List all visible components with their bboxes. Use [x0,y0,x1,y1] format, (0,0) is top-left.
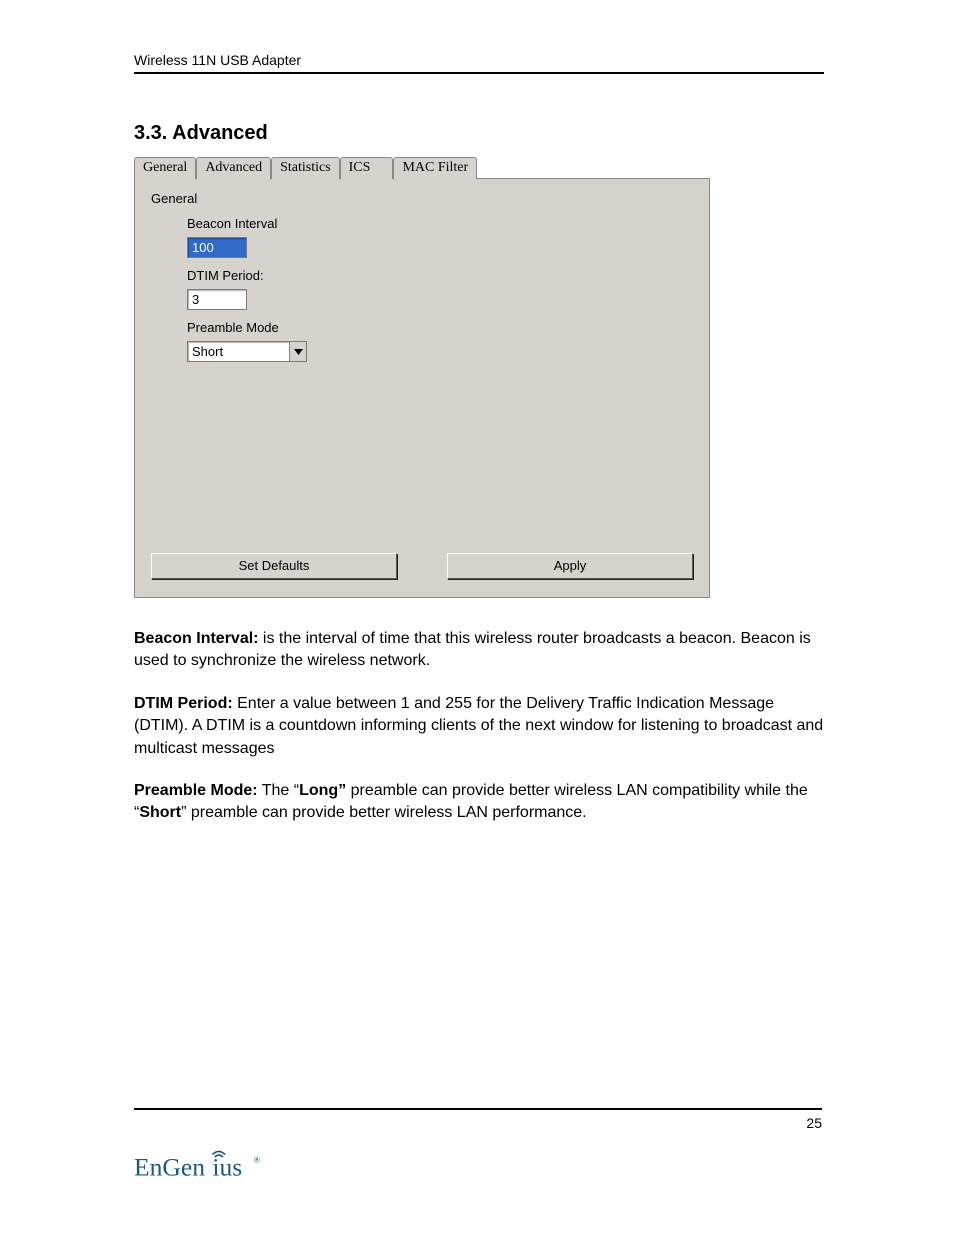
section-heading: 3.3. Advanced [134,122,824,145]
tab-filler [477,157,710,179]
brand-logo: EnGen ius ® [134,1145,294,1185]
dtim-period-label: DTIM Period: [187,268,693,283]
desc-dtim-text: Enter a value between 1 and 255 for the … [134,695,823,757]
svg-text:EnGen: EnGen [134,1152,205,1181]
desc-preamble: Preamble Mode: The “Long” preamble can p… [134,780,824,825]
desc-beacon: Beacon Interval: is the interval of time… [134,628,824,673]
beacon-interval-label: Beacon Interval [187,216,693,231]
tab-window: General Advanced Statistics ICS MAC Filt… [134,157,710,598]
field-preamble-mode: Preamble Mode Short [187,320,693,362]
tab-mac-filter[interactable]: MAC Filter [393,157,477,179]
tab-panel-advanced: General Beacon Interval DTIM Period: Pre… [134,178,710,598]
footer-rule [134,1108,822,1110]
apply-button[interactable]: Apply [447,553,693,579]
beacon-interval-input[interactable] [187,237,247,258]
tab-strip: General Advanced Statistics ICS MAC Filt… [134,157,710,179]
dtim-period-input[interactable] [187,289,247,310]
tab-advanced[interactable]: Advanced [196,157,271,180]
group-label-general: General [151,191,693,206]
field-beacon-interval: Beacon Interval [187,216,693,258]
preamble-mode-label: Preamble Mode [187,320,693,335]
desc-preamble-term: Preamble Mode: [134,782,258,799]
tab-ics[interactable]: ICS [340,157,394,179]
desc-beacon-term: Beacon Interval: [134,630,258,647]
page-header: Wireless 11N USB Adapter [134,52,824,74]
chevron-down-icon[interactable] [289,342,306,361]
page-number: 25 [806,1115,822,1131]
tab-statistics[interactable]: Statistics [271,157,340,179]
desc-dtim: DTIM Period: Enter a value between 1 and… [134,693,824,760]
tab-general[interactable]: General [134,157,196,179]
svg-text:ius: ius [212,1152,242,1181]
field-dtim-period: DTIM Period: [187,268,693,310]
set-defaults-button[interactable]: Set Defaults [151,553,397,579]
preamble-mode-select[interactable]: Short [187,341,307,362]
desc-preamble-post: ” preamble can provide better wireless L… [181,804,587,821]
svg-text:®: ® [254,1156,260,1165]
desc-preamble-long: Long” [299,782,346,799]
button-row: Set Defaults Apply [151,553,693,579]
preamble-mode-value: Short [188,342,289,361]
desc-dtim-term: DTIM Period: [134,695,233,712]
desc-preamble-pre: The “ [258,782,300,799]
desc-preamble-short: Short [139,804,181,821]
